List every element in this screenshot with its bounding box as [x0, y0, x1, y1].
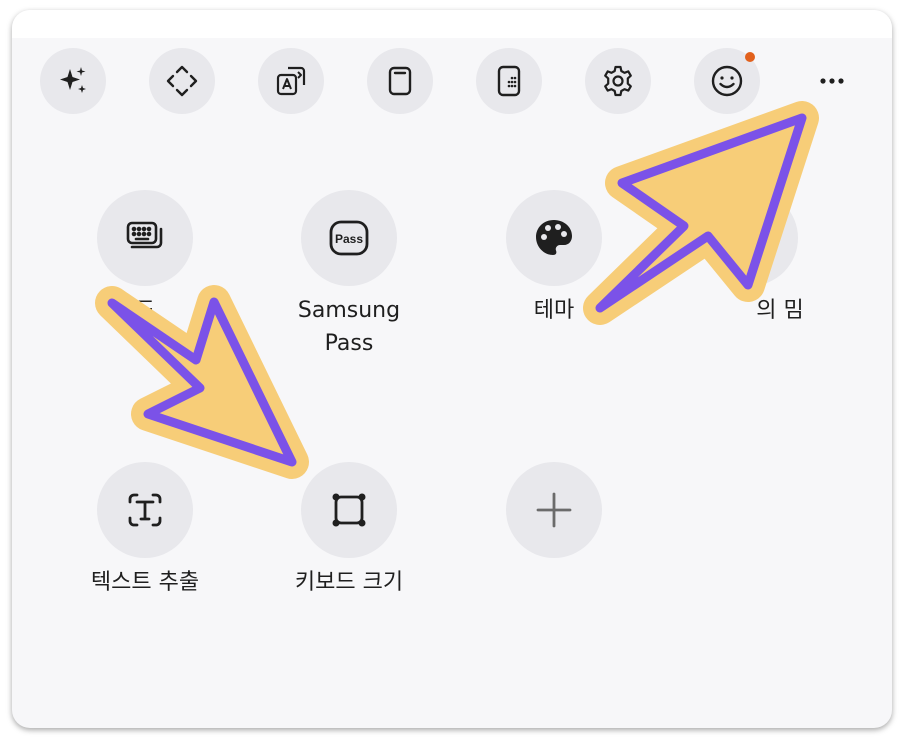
keyboard-size-icon — [332, 493, 366, 527]
settings-button[interactable] — [585, 48, 651, 114]
grid-item-label: 테마 — [533, 298, 575, 323]
keypad-icon — [497, 65, 521, 97]
expand-arrows-icon — [166, 65, 198, 97]
pass-icon: Pass — [329, 220, 369, 256]
ai-sparkle-button[interactable] — [40, 48, 106, 114]
clipboard-icon — [388, 66, 412, 96]
keyboard-options-panel: 드 Pass Samsung Pass 테마 의 밈 텍스트 추출 키보드 크기 — [12, 10, 892, 728]
meme-icon — [727, 215, 773, 261]
more-options-icon — [820, 78, 844, 84]
grid-item-keyboard-mode[interactable]: 드 — [45, 190, 245, 327]
svg-text:Pass: Pass — [335, 232, 363, 246]
grid-item-label: 의 밈 — [756, 298, 804, 323]
clipboard-button[interactable] — [367, 48, 433, 114]
add-icon — [536, 492, 572, 528]
translate-icon — [276, 66, 306, 96]
grid-item-label: 키보드 크기 — [294, 570, 404, 595]
grid-item-text-extract[interactable]: 텍스트 추출 — [45, 462, 245, 599]
settings-gear-icon — [604, 65, 632, 97]
grid-item-label: 드 — [134, 298, 156, 323]
ai-sparkle-icon — [60, 67, 86, 93]
text-extract-icon — [128, 493, 162, 527]
palette-icon — [536, 220, 572, 255]
grid-item-add[interactable] — [454, 462, 654, 558]
grid-item-theme[interactable]: 테마 — [454, 190, 654, 327]
grid-item-samsung-pass[interactable]: Pass Samsung Pass — [249, 190, 449, 360]
grid-item-meme[interactable]: 의 밈 — [650, 190, 850, 327]
more-options-button[interactable] — [799, 48, 865, 114]
expand-button[interactable] — [149, 48, 215, 114]
notification-dot — [745, 52, 755, 62]
keypad-button[interactable] — [476, 48, 542, 114]
grid-item-label: Samsung Pass — [297, 298, 401, 356]
grid-item-label: 텍스트 추출 — [90, 570, 200, 595]
panel-top-strip — [12, 10, 892, 38]
translate-button[interactable] — [258, 48, 324, 114]
emoji-icon — [711, 65, 743, 97]
grid-item-keyboard-size[interactable]: 키보드 크기 — [249, 462, 449, 599]
keyboard-icon — [126, 221, 163, 249]
keyboard-toolbar — [12, 46, 892, 118]
